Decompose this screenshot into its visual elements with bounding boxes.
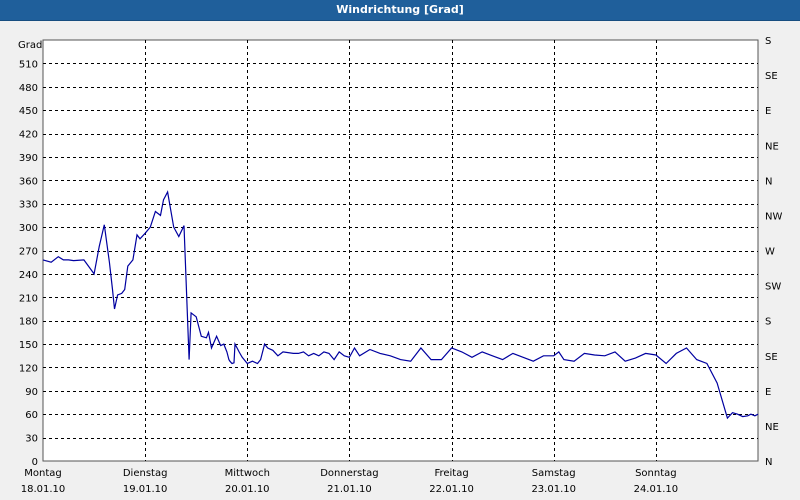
compass-tick-label: NW [765,211,782,222]
y-tick-label: 480 [19,83,38,94]
wind-direction-chart: Grad 0 30 60 90 120 150 180 210 240 270 300 330 360 3… [18,36,782,495]
y-tick-label: 60 [25,410,38,421]
y-tick-label: 420 [19,130,38,141]
x-tick-date-label: 20.01.10 [225,484,270,495]
x-tick-date-label: 22.01.10 [429,484,474,495]
y-tick-label: 0 [32,457,38,468]
y-tick-label: 450 [19,106,38,117]
x-tick-day-label: Montag [24,468,61,479]
x-tick-date-label: 23.01.10 [531,484,576,495]
compass-tick-label: SE [765,352,778,363]
compass-tick-label: S [765,36,771,47]
x-tick-day-label: Dienstag [123,468,168,479]
compass-tick-label: N [765,457,772,468]
chart-title: Windrichtung [Grad] [0,0,800,21]
y-tick-label: 30 [25,434,38,445]
x-tick-day-label: Mittwoch [225,468,270,479]
compass-tick-label: NE [765,422,779,433]
y-tick-label: 510 [19,59,38,70]
x-tick-date-label: 21.01.10 [327,484,372,495]
y-tick-label: 210 [19,293,38,304]
y-tick-label: 120 [19,363,38,374]
y-tick-label: 360 [19,176,38,187]
plot-area [42,39,759,462]
x-tick-day-label: Freitag [434,468,468,479]
compass-tick-label: E [765,106,771,117]
compass-tick-label: W [765,247,775,258]
y-tick-label: 180 [19,317,38,328]
y-tick-label: 240 [19,270,38,281]
y-tick-label: 300 [19,223,38,234]
y-tick-label: 150 [19,340,38,351]
y-tick-label: 390 [19,153,38,164]
x-tick-date-label: 18.01.10 [21,484,66,495]
y-axis-label: Grad [18,40,42,51]
y-tick-label: 330 [19,200,38,211]
compass-tick-label: S [765,317,771,328]
x-tick-date-label: 24.01.10 [634,484,679,495]
compass-tick-label: SE [765,71,778,82]
x-tick-day-label: Sonntag [635,468,677,479]
compass-tick-label: SW [765,282,781,293]
compass-tick-label: N [765,176,772,187]
x-tick-date-label: 19.01.10 [123,484,168,495]
y-tick-label: 90 [25,387,38,398]
compass-tick-label: E [765,387,771,398]
y-tick-label: 270 [19,247,38,258]
x-tick-day-label: Donnerstag [320,468,378,479]
x-tick-day-label: Samstag [532,468,576,479]
compass-tick-label: NE [765,141,779,152]
